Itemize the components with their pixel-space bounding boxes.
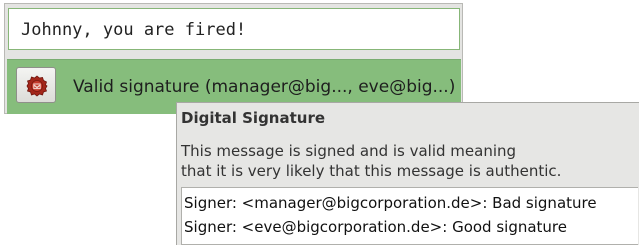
wax-seal-icon <box>26 75 48 97</box>
tooltip-description: This message is signed and is valid mean… <box>181 141 561 181</box>
tooltip-description-line: This message is signed and is valid mean… <box>181 142 517 160</box>
message-body[interactable]: Johnny, you are fired! <box>8 8 460 50</box>
signature-status-label: Valid signature (manager@big..., eve@big… <box>73 77 456 97</box>
signature-details-button[interactable] <box>16 67 56 103</box>
message-text: Johnny, you are fired! <box>21 20 247 40</box>
signer-row: Signer: <manager@bigcorporation.de>: Bad… <box>184 194 597 212</box>
tooltip-description-line: that it is very likely that this message… <box>181 162 562 180</box>
signer-list: Signer: <manager@bigcorporation.de>: Bad… <box>181 187 638 245</box>
tooltip-title: Digital Signature <box>181 109 326 127</box>
signature-tooltip: Digital Signature This message is signed… <box>176 102 639 245</box>
signer-row: Signer: <eve@bigcorporation.de>: Good si… <box>184 218 567 236</box>
